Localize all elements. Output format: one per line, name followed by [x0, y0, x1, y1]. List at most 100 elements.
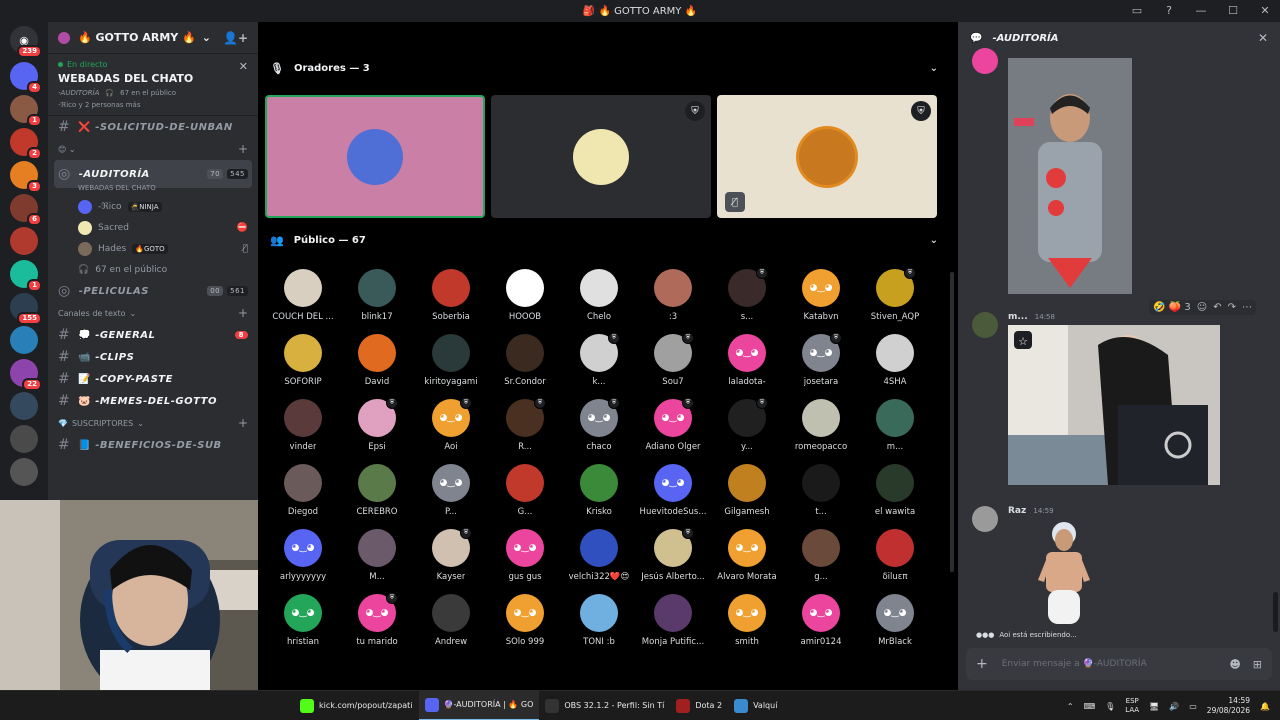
audience-member[interactable]: ◕‿◕ MrBlack: [858, 594, 932, 652]
text-channel[interactable]: # ❌ -SOLICITUD-DE-UNBAN: [48, 116, 258, 138]
audience-member[interactable]: ⛨ y...: [710, 397, 784, 457]
text-channel[interactable]: # 💭 -GENERAL 8: [48, 324, 258, 346]
audience-member[interactable]: ⛨ Jesús Alberto...: [636, 527, 710, 587]
server-icon[interactable]: 6: [10, 194, 42, 226]
taskbar-app[interactable]: Dota 2: [670, 691, 728, 720]
add-reaction-icon[interactable]: ☺: [1197, 302, 1207, 313]
server-icon[interactable]: 1: [10, 260, 42, 292]
server-icon[interactable]: [10, 326, 38, 354]
add-channel-icon[interactable]: +: [238, 306, 248, 320]
forward-icon[interactable]: ↷: [1228, 302, 1236, 313]
category-suscriptores[interactable]: 💎 SUSCRIPTORES ⌄ +: [48, 412, 258, 434]
text-channel[interactable]: # 📘 -BENEFICIOS-DE-SUB: [48, 434, 258, 456]
close-window-button[interactable]: ✕: [1258, 3, 1272, 17]
category-emoji[interactable]: 😊 ⌄ +: [48, 138, 258, 160]
close-live-icon[interactable]: ✕: [239, 60, 248, 73]
voice-user[interactable]: Hades 🔥GOTO 🎙̸: [48, 238, 258, 259]
audience-member[interactable]: romeopacco: [784, 399, 858, 457]
stage-scrollbar[interactable]: [950, 272, 954, 572]
audience-member[interactable]: Gilgamesh: [710, 464, 784, 522]
audience-member[interactable]: ◕‿◕ arlyyyyyyy: [266, 529, 340, 587]
audience-member[interactable]: ⛨ Kayser: [414, 527, 488, 587]
attachment-image[interactable]: ☆: [1008, 325, 1220, 485]
audience-member[interactable]: ⛨ Stiven_AQP: [858, 267, 932, 327]
audience-member[interactable]: M...: [340, 529, 414, 587]
audience-member[interactable]: blink17: [340, 269, 414, 327]
audience-member[interactable]: ◕‿◕ gus gus: [488, 529, 562, 587]
audience-member[interactable]: Sr.Condor: [488, 334, 562, 392]
live-event-card[interactable]: En directo WEBADAS DEL CHATO -AUDITORÍA …: [48, 54, 258, 116]
text-channel[interactable]: # 🐷 -MEMES-DEL-GOTTO: [48, 390, 258, 412]
server-icon[interactable]: [10, 425, 38, 453]
attachment-image[interactable]: [1008, 58, 1132, 294]
audience-member[interactable]: Monja Putific...: [636, 594, 710, 652]
audience-member[interactable]: g...: [784, 529, 858, 587]
audience-member[interactable]: t...: [784, 464, 858, 522]
message-author[interactable]: m... 14:58: [1008, 312, 1055, 322]
add-channel-icon[interactable]: +: [238, 142, 248, 156]
volume-icon[interactable]: 🔊: [1169, 702, 1179, 711]
audience-member[interactable]: ◕‿◕ ⛨ tu marido: [340, 592, 414, 652]
audience-member[interactable]: ⛨ Epsi: [340, 397, 414, 457]
minimize-button[interactable]: —: [1194, 3, 1208, 17]
text-channel[interactable]: # 📹 -CLIPS: [48, 346, 258, 368]
audience-member[interactable]: ⛨ k...: [562, 332, 636, 392]
guild-header[interactable]: 🔥 GOTTO ARMY 🔥 ⌄ 👤+: [48, 22, 258, 54]
audience-member[interactable]: CEREBRO: [340, 464, 414, 522]
taskbar-app[interactable]: kick.com/popout/zapati: [294, 691, 419, 720]
audience-member[interactable]: ◕‿◕ P...: [414, 464, 488, 522]
home-button[interactable]: ◉ 239: [10, 26, 42, 58]
audience-member[interactable]: ◕‿◕ SOlo 999: [488, 594, 562, 652]
audience-member[interactable]: ◕‿◕ laladota-: [710, 334, 784, 392]
audience-member[interactable]: Soberbia: [414, 269, 488, 327]
audience-member[interactable]: ◕‿◕ smith: [710, 594, 784, 652]
audience-member[interactable]: :3: [636, 269, 710, 327]
audience-member[interactable]: ⛨ Sou7: [636, 332, 710, 392]
tray-chevron-icon[interactable]: ⌃: [1067, 702, 1074, 711]
audience-member[interactable]: TONI :b: [562, 594, 636, 652]
battery-icon[interactable]: ▭: [1189, 702, 1197, 711]
public-header[interactable]: 👥 Público — 67 ⌄: [270, 234, 938, 247]
message-author[interactable]: Raz 14:59: [1008, 506, 1054, 516]
speaker-tile[interactable]: ⛨ 🎙̸: [717, 95, 937, 218]
input-language[interactable]: ESP LAA: [1125, 697, 1139, 715]
close-chat-icon[interactable]: ✕: [1258, 31, 1268, 45]
audience-member[interactable]: m...: [858, 399, 932, 457]
audience-member[interactable]: velchi322❤️😍: [562, 529, 636, 587]
voice-user[interactable]: Sacred ⛔: [48, 217, 258, 238]
audience-member[interactable]: ◕‿◕ amir0124: [784, 594, 858, 652]
text-channel[interactable]: # 📝 -COPY-PASTE: [48, 368, 258, 390]
server-icon[interactable]: [10, 458, 38, 486]
reply-icon[interactable]: ↶: [1213, 302, 1221, 313]
audience-member[interactable]: 4SHA: [858, 334, 932, 392]
voice-user[interactable]: -ℜico 🥷NINJA: [48, 196, 258, 217]
sticker-image[interactable]: [1034, 520, 1094, 628]
audience-member[interactable]: Krisko: [562, 464, 636, 522]
add-channel-icon[interactable]: +: [238, 416, 248, 430]
invite-people-icon[interactable]: 👤+: [223, 31, 248, 45]
taskbar-app[interactable]: 🔮-AUDITORÍA | 🔥 GO: [418, 690, 540, 720]
voice-channel-peliculas[interactable]: ◎ -PELICULAS 00 561: [48, 280, 258, 302]
inbox-icon[interactable]: ▭: [1130, 3, 1144, 17]
notification-icon[interactable]: 🔔: [1260, 702, 1270, 711]
server-icon[interactable]: 3: [10, 161, 42, 193]
network-icon[interactable]: 🖥: [1149, 702, 1159, 711]
category-text-channels[interactable]: Canales de texto ⌄ +: [48, 302, 258, 324]
speaker-tile[interactable]: [265, 95, 485, 218]
language-icon[interactable]: ⌨: [1084, 702, 1096, 711]
add-attachment-icon[interactable]: +: [976, 656, 988, 672]
message-input[interactable]: + Enviar mensaje a 🔮-AUDITORÍA ☻ ⊞: [966, 648, 1272, 680]
speakers-header[interactable]: 🎙 Oradores — 3 ⌄: [270, 62, 938, 75]
audience-member[interactable]: ◕‿◕ ⛨ Adiano Olger: [636, 397, 710, 457]
server-icon[interactable]: 155: [10, 293, 42, 325]
reaction-bar[interactable]: 🤣 🍑 3: [1153, 302, 1191, 313]
microphone-tray-icon[interactable]: 🎙: [1105, 702, 1115, 711]
audience-member[interactable]: Chelo: [562, 269, 636, 327]
taskbar-app[interactable]: Valquí: [728, 691, 783, 720]
maximize-button[interactable]: ☐: [1226, 3, 1240, 17]
apps-icon[interactable]: ⊞: [1253, 658, 1262, 671]
server-icon[interactable]: [10, 227, 38, 255]
audience-member[interactable]: ⛨ R...: [488, 397, 562, 457]
avatar[interactable]: [972, 506, 998, 532]
audience-member[interactable]: HOOOB: [488, 269, 562, 327]
